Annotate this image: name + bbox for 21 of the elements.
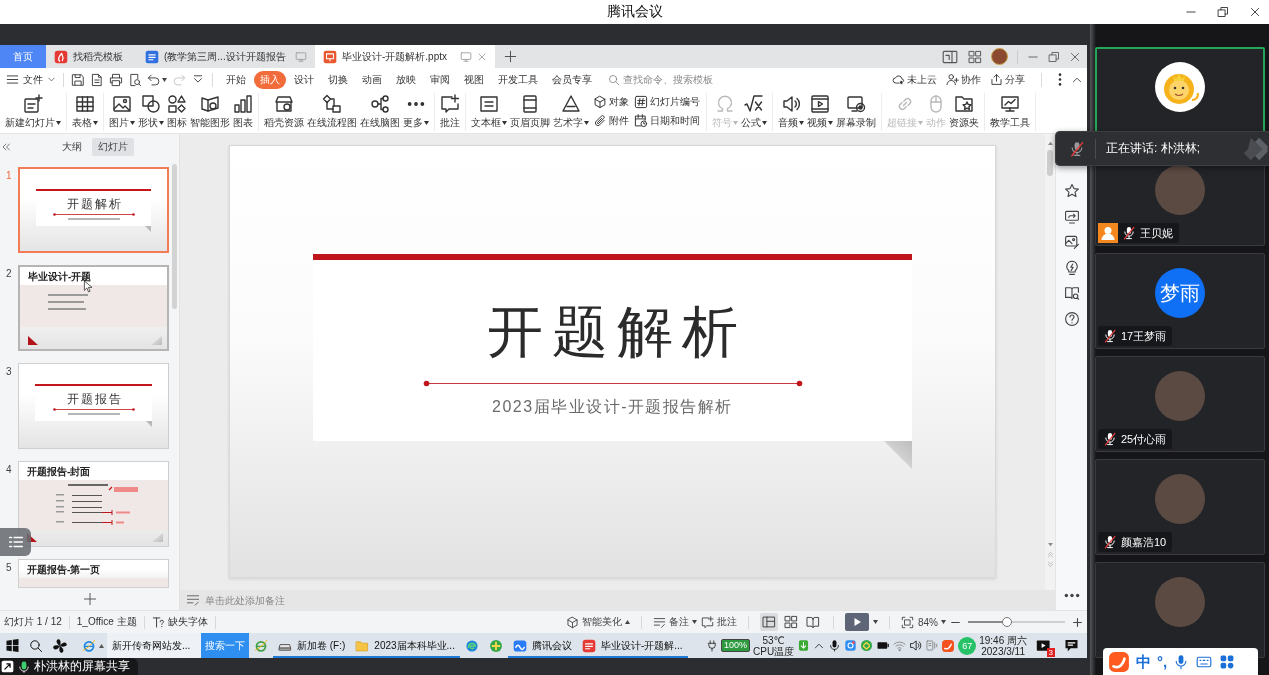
participant-name: 25付心雨: [1121, 431, 1167, 447]
slide-count: 幻灯片 1 / 12: [4, 615, 62, 629]
slide-number: 5: [6, 561, 13, 573]
window-title: 腾讯会议: [606, 3, 663, 21]
slide-title: 开题报告: [65, 392, 123, 406]
slide-heading: 毕业设计-开题: [27, 270, 93, 284]
slide-number: 4: [6, 463, 13, 475]
share-label: 朴洪林的屏幕共享: [34, 658, 130, 675]
slide-number: 3: [6, 365, 13, 377]
participant-name: 颜嘉浩10: [1121, 534, 1167, 550]
participant-name: 王贝妮: [1140, 225, 1173, 241]
avatar-initials: 梦雨: [1155, 268, 1205, 318]
slide-title: 开题解析: [65, 197, 123, 211]
slide-heading: 开题报告-第一页: [26, 563, 102, 577]
participant-name: 17王梦雨: [1121, 328, 1167, 344]
slide-heading: 开题报告-封面: [26, 465, 92, 479]
slide-subtitle: 2023届毕业设计-开题报告解析: [492, 397, 733, 417]
slide-number: 1: [6, 169, 13, 181]
slide-number: 2: [6, 267, 13, 279]
notification-badge: 3: [1046, 647, 1055, 657]
slide-title: 开题解析: [486, 300, 747, 364]
